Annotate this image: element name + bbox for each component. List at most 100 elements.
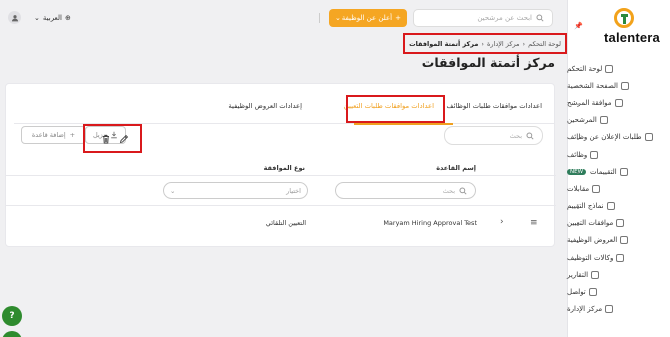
drag-handle-icon[interactable]: ≡ — [530, 218, 538, 228]
breadcrumb-current: مركز أتمتة الموافقات — [409, 39, 479, 48]
chat-button[interactable] — [2, 331, 22, 337]
search-placeholder: ابحث عن مرشحين — [477, 14, 532, 22]
sidebar-nav: لوحة التحكم الصفحة الشخصية ⌄ موافقة المرشح ⌄… — [567, 60, 670, 318]
tab-job-offers[interactable]: إعدادات العروض الوظيفية — [228, 102, 302, 110]
language-selector[interactable]: ⌄ العربية ⊕ — [34, 11, 71, 24]
nav-icon — [590, 150, 599, 159]
sidebar-item[interactable]: موافقات التعيين ⌄ — [567, 215, 670, 232]
sidebar: 📌 talentera لوحة التحكم الصفحة الشخصية ⌄ مو… — [567, 0, 670, 337]
column-rule-name: إسم القاعدة — [436, 164, 476, 172]
chevron-left-icon: ‹ — [522, 39, 526, 48]
chevron-down-icon: ⌄ — [34, 13, 40, 22]
chevron-down-icon: ⌄ — [575, 133, 581, 142]
sidebar-item-label: موافقات التعيين — [567, 219, 614, 228]
table-header: إسم القاعدة نوع الموافقة — [6, 156, 556, 176]
nav-icon — [606, 202, 615, 211]
nav-icon — [616, 253, 625, 262]
sidebar-item[interactable]: موافقة المرشح ⌄ — [567, 94, 670, 111]
chevron-down-icon: ⌄ — [575, 82, 581, 91]
nav-icon — [644, 133, 653, 142]
sidebar-item-label: وكالات التوظيف — [567, 253, 614, 262]
nav-icon — [614, 98, 623, 107]
sidebar-item[interactable]: الصفحة الشخصية ⌄ — [567, 77, 670, 94]
column-approval-type: نوع الموافقة — [263, 164, 305, 172]
post-job-button[interactable]: ⌄ أعلن عن الوظيفة + — [329, 9, 407, 27]
nav-icon — [591, 270, 600, 279]
sidebar-item-label: لوحة التحكم — [567, 64, 603, 73]
sidebar-item[interactable]: وظائف ⌄ — [567, 146, 670, 163]
search-icon — [536, 14, 544, 22]
nav-icon — [616, 219, 625, 228]
breadcrumb-dashboard[interactable]: لوحة التحكم — [528, 40, 561, 48]
chevron-down-icon: ⌄ — [575, 202, 581, 211]
search-icon — [459, 186, 467, 195]
user-icon — [11, 14, 18, 21]
rule-name-filter[interactable]: بحث — [335, 182, 476, 199]
nav-icon — [620, 81, 629, 90]
row-actions — [83, 124, 142, 153]
nav-icon — [599, 116, 608, 125]
pin-icon[interactable]: 📌 — [574, 22, 583, 30]
sidebar-item[interactable]: مقابلات ⌄ — [567, 180, 670, 197]
chevron-down-icon: ⌄ — [170, 186, 176, 195]
logo-mark-icon — [614, 8, 634, 28]
logo[interactable]: talentera — [590, 8, 660, 45]
tab-job-request-approvals[interactable]: اعدادات موافقات طلبات الوظائف — [447, 102, 542, 110]
sidebar-item-label: مركز الإدارة — [567, 305, 603, 314]
nav-icon — [620, 236, 629, 245]
chevron-down-icon: ⌄ — [335, 14, 341, 22]
add-rule-label: إضافة قاعدة — [31, 131, 66, 139]
trash-icon[interactable] — [101, 134, 111, 144]
sidebar-item[interactable]: التقارير ⌄ — [567, 266, 670, 283]
table-row[interactable]: ≡ › Maryam Hiring Approval Test التعيين … — [6, 206, 556, 237]
post-job-label: أعلن عن الوظيفة — [341, 14, 393, 22]
page-title: مركز أتمتة الموافقات — [421, 55, 555, 70]
rules-search-placeholder: بحث — [509, 131, 522, 140]
breadcrumb: لوحة التحكم ‹ مركز الإدارة ‹ مركز أتمتة … — [403, 33, 567, 54]
tab-highlight-box — [346, 95, 445, 123]
sidebar-item[interactable]: لوحة التحكم — [567, 60, 670, 77]
sidebar-item-label: موافقة المرشح — [567, 98, 612, 107]
sidebar-item[interactable]: التقييمات NEW ⌄ — [567, 163, 670, 180]
tab-bar: اعدادات موافقات طلبات الوظائف اعدادات مو… — [14, 96, 554, 125]
divider — [319, 13, 320, 23]
nav-icon — [592, 184, 601, 193]
sidebar-item[interactable]: تواصل ⌄ — [567, 283, 670, 300]
chevron-left-icon: ‹ — [481, 39, 484, 48]
sidebar-item[interactable]: طلبات الإعلان عن وظائف ⌄ — [567, 129, 670, 146]
rule-name-filter-placeholder: بحث — [442, 186, 455, 195]
help-button[interactable]: ? — [2, 306, 22, 326]
candidate-search-input[interactable]: ابحث عن مرشحين — [413, 9, 553, 27]
rules-search-input[interactable]: بحث — [444, 126, 543, 145]
rule-name-cell: Maryam Hiring Approval Test — [383, 219, 477, 227]
nav-icon — [605, 64, 614, 73]
sidebar-item[interactable]: المرشحين — [567, 112, 670, 129]
globe-icon: ⊕ — [65, 13, 71, 22]
approval-type-cell: التعيين التلقائي — [265, 219, 306, 227]
sidebar-item-label: نماذج التقييم — [567, 202, 604, 211]
main-card: اعدادات موافقات طلبات الوظائف اعدادات مو… — [5, 83, 556, 247]
chevron-down-icon: ⌄ — [575, 150, 581, 159]
add-rule-button[interactable]: إضافة قاعدة + — [21, 126, 86, 144]
plus-icon: + — [395, 14, 401, 22]
avatar[interactable] — [8, 11, 21, 24]
plus-icon: + — [69, 131, 76, 139]
approval-type-filter[interactable]: ⌄ اختيار — [163, 182, 308, 199]
filter-row: ⌄ اختيار بحث — [6, 176, 556, 206]
sidebar-item-label: المرشحين — [567, 116, 597, 125]
chevron-down-icon: ⌄ — [575, 254, 581, 263]
search-icon — [526, 131, 534, 140]
chevron-down-icon: ⌄ — [575, 185, 581, 194]
pencil-icon[interactable] — [119, 134, 129, 144]
sidebar-item-label: التقييمات — [590, 167, 617, 176]
sidebar-item[interactable]: نماذج التقييم ⌄ — [567, 198, 670, 215]
language-label: العربية — [42, 13, 63, 22]
sidebar-item[interactable]: مركز الإدارة — [567, 301, 670, 318]
sidebar-item[interactable]: وكالات التوظيف ⌄ — [567, 249, 670, 266]
breadcrumb-admin-center[interactable]: مركز الإدارة — [487, 40, 520, 48]
chevron-right-icon[interactable]: › — [500, 217, 504, 227]
topbar: ⌄ العربية ⊕ ⌄ أعلن عن الوظيفة + ابحث عن … — [0, 0, 567, 35]
approval-type-filter-placeholder: اختيار — [286, 186, 301, 195]
sidebar-item[interactable]: العروض الوظيفية ⌄ — [567, 232, 670, 249]
chevron-down-icon: ⌄ — [575, 271, 581, 280]
